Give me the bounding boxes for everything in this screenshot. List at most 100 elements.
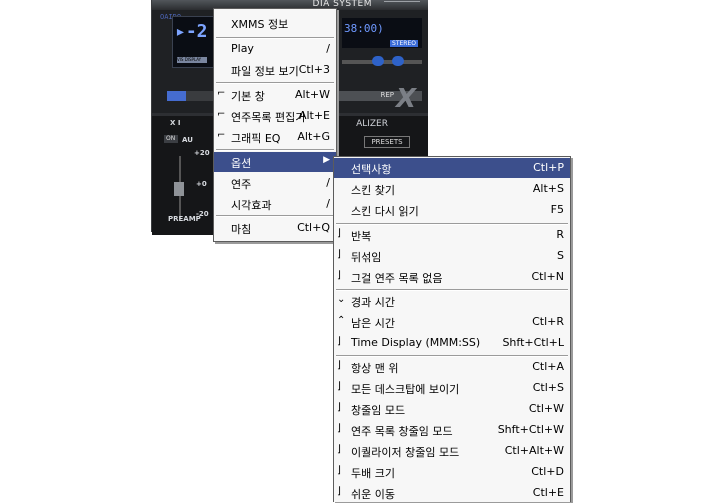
song-info-display: 38:00) STEREO — [342, 18, 422, 48]
submenu-item-repeat[interactable]: ⌋ 반복 R — [334, 225, 570, 245]
playlist-toggle-button[interactable] — [392, 56, 404, 66]
stereo-indicator: STEREO — [390, 40, 418, 47]
menu-item-playlist-editor[interactable]: ⌐ 연주목록 편집기 Alt+E — [214, 106, 336, 126]
eq-window-label: X I — [170, 119, 181, 127]
menu-item-label: 모든 데스크탑에 보이기 — [351, 383, 460, 396]
submenu-item-skin-browser[interactable]: 스킨 찾기 Alt+S — [334, 179, 570, 199]
preamp-label: PREAMP — [168, 215, 201, 223]
menu-item-label: 경과 시간 — [351, 296, 395, 309]
menu-item-label: 반복 — [351, 230, 372, 243]
eq-scale-plus: +20 — [194, 149, 210, 157]
radio-selected-icon: ⌄ — [337, 294, 346, 305]
menu-item-play[interactable]: Play / — [214, 39, 336, 59]
menu-item-label: 연주 목록 창줄임 모드 — [351, 425, 453, 438]
menu-item-label: 남은 시간 — [351, 317, 395, 330]
checkbox-icon: ⌋ — [337, 444, 341, 455]
eq-auto-label: AU — [182, 136, 193, 144]
checkbox-icon: ⌋ — [337, 465, 341, 476]
menu-item-label: Play — [231, 42, 254, 55]
menu-item-graphic-eq[interactable]: ⌐ 그래픽 EQ Alt+G — [214, 127, 336, 147]
checkbox-icon: ⌋ — [337, 402, 341, 413]
submenu-item-always-on-top[interactable]: ⌋ 항상 맨 위 Ctl+A — [334, 357, 570, 377]
menu-item-about[interactable]: XMMS 정보 — [214, 13, 336, 33]
checkbox-icon: ⌋ — [337, 249, 341, 260]
time-display[interactable]: ▸-2 VIS DISPLAY — [172, 16, 214, 68]
submenu-item-show-all-desktops[interactable]: ⌋ 모든 데스크탑에 보이기 Ctl+S — [334, 378, 570, 398]
eq-scale-zero: +0 — [196, 180, 207, 188]
menu-item-shortcut: Ctl+A — [532, 360, 564, 373]
menu-item-visualization[interactable]: 시각효과 / — [214, 194, 336, 214]
menu-item-label: 쉬운 이동 — [351, 488, 395, 501]
submenu-item-easy-move[interactable]: ⌋ 쉬운 이동 Ctl+E — [334, 483, 570, 503]
menu-separator — [216, 149, 334, 151]
eq-toggle-button[interactable] — [372, 56, 384, 66]
menu-item-shortcut: Ctl+3 — [298, 63, 330, 76]
checkbox-icon: ⌋ — [337, 270, 341, 281]
submenu-item-windowshade[interactable]: ⌋ 창줄임 모드 Ctl+W — [334, 399, 570, 419]
eq-on-label: ON — [166, 135, 176, 142]
submenu-item-equalizer-windowshade[interactable]: ⌋ 이퀄라이저 창줄임 모드 Ctl+Alt+W — [334, 441, 570, 461]
menu-item-label: 항상 맨 위 — [351, 362, 399, 375]
checkbox-icon: ⌋ — [337, 486, 341, 497]
submenu-item-time-elapsed[interactable]: ⌄ 경과 시간 — [334, 291, 570, 311]
menu-item-shortcut: Shft+Ctl+L — [502, 336, 564, 349]
presets-button[interactable]: PRESETS — [364, 136, 410, 148]
menu-item-file-info[interactable]: 파일 정보 보기 Ctl+3 — [214, 60, 336, 80]
menu-item-label: 파일 정보 보기 — [231, 65, 299, 78]
menu-item-shortcut: Ctl+P — [533, 161, 564, 174]
menu-item-shortcut: R — [556, 228, 564, 241]
submenu-item-double-size[interactable]: ⌋ 두배 크기 Ctl+D — [334, 462, 570, 482]
checkbox-icon: ⌋ — [337, 336, 341, 347]
submenu-arrow-icon: / — [326, 176, 330, 189]
menu-item-options[interactable]: 옵션 ▶ — [214, 152, 336, 172]
menu-item-label: 두배 크기 — [351, 467, 395, 480]
menu-item-label: XMMS 정보 — [231, 18, 289, 31]
submenu-arrow-icon: ▶ — [323, 155, 330, 165]
menu-item-label: 스킨 찾기 — [351, 184, 395, 197]
menu-item-label: 선택사항 — [351, 163, 392, 176]
menu-item-label: 마침 — [231, 223, 252, 236]
preamp-slider-knob[interactable] — [174, 182, 184, 196]
menu-item-label: 연주 — [231, 178, 252, 191]
submenu-item-shuffle[interactable]: ⌋ 뒤섞임 S — [334, 246, 570, 266]
menu-item-main-window[interactable]: ⌐ 기본 창 Alt+W — [214, 85, 336, 105]
menu-item-playback[interactable]: 연주 / — [214, 173, 336, 193]
submenu-item-time-display[interactable]: ⌋ Time Display (MMM:SS) Shft+Ctl+L — [334, 333, 570, 353]
menu-item-shortcut: S — [557, 249, 564, 262]
menu-item-label: 뒤섞임 — [351, 251, 382, 264]
menu-item-shortcut: Alt+W — [295, 88, 330, 101]
menu-item-shortcut: Ctl+Alt+W — [504, 444, 564, 457]
menu-item-shortcut: Shft+Ctl+W — [497, 423, 564, 436]
radio-icon: ⌃ — [337, 315, 346, 326]
menu-separator — [216, 82, 334, 84]
menu-item-shortcut: Ctl+E — [532, 486, 564, 499]
titlebar-buttons[interactable] — [384, 1, 420, 9]
menu-item-exit[interactable]: 마침 Ctl+Q — [214, 218, 336, 238]
repeat-label: REP — [380, 91, 394, 99]
menu-item-shortcut: Ctl+W — [528, 402, 564, 415]
checkbox-icon: ⌋ — [337, 423, 341, 434]
checkbox-icon: ⌐ — [217, 130, 226, 141]
menu-item-label: 그래픽 EQ — [231, 132, 281, 145]
time-readout: ▸-2 — [175, 21, 208, 42]
menu-item-shortcut: Ctl+N — [531, 270, 565, 283]
menu-item-label: 기본 창 — [231, 90, 265, 103]
menu-item-label: 그걸 연주 목록 없음 — [351, 272, 443, 285]
submenu-arrow-icon: / — [326, 197, 330, 210]
menu-item-label: 창줄임 모드 — [351, 404, 406, 417]
checkbox-icon: ⌋ — [337, 381, 341, 392]
submenu-item-playlist-windowshade[interactable]: ⌋ 연주 목록 창줄임 모드 Shft+Ctl+W — [334, 420, 570, 440]
main-popup-menu: XMMS 정보 Play / 파일 정보 보기 Ctl+3 ⌐ 기본 창 Alt… — [213, 8, 337, 242]
options-submenu: 선택사항 Ctl+P 스킨 찾기 Alt+S 스킨 다시 읽기 F5 ⌋ 반복 … — [333, 156, 571, 502]
menu-item-label: 연주목록 편집기 — [231, 111, 306, 124]
menu-item-shortcut: Alt+G — [297, 130, 330, 143]
submenu-item-reload-skin[interactable]: 스킨 다시 읽기 F5 — [334, 200, 570, 220]
eq-on-button[interactable]: ON — [164, 135, 178, 143]
menu-item-shortcut: Alt+E — [298, 109, 330, 122]
submenu-item-time-remaining[interactable]: ⌃ 남은 시간 Ctl+R — [334, 312, 570, 332]
submenu-item-preferences[interactable]: 선택사항 Ctl+P — [334, 158, 570, 178]
playback-controls[interactable] — [167, 91, 215, 101]
menu-item-shortcut: Ctl+Q — [297, 221, 330, 234]
submenu-item-no-playlist-advance[interactable]: ⌋ 그걸 연주 목록 없음 Ctl+N — [334, 267, 570, 287]
checkbox-icon: ⌐ — [217, 88, 226, 99]
